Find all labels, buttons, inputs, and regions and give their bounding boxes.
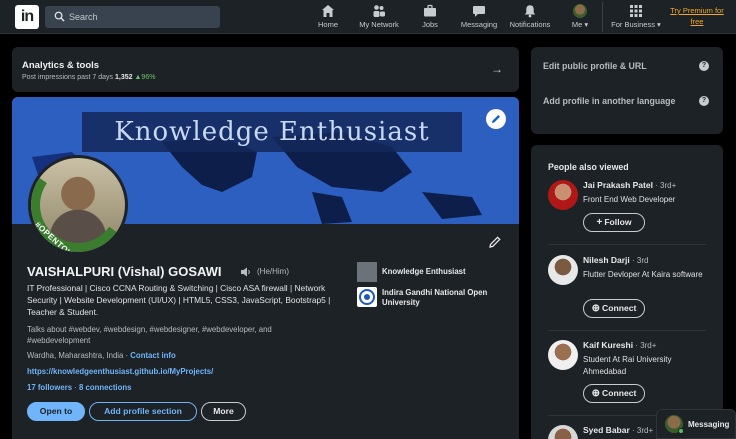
- nav-home-label: Home: [317, 20, 338, 29]
- search-bar[interactable]: [45, 6, 220, 28]
- nav-divider: [602, 2, 603, 32]
- open-to-button[interactable]: Open to: [27, 402, 85, 421]
- avatar[interactable]: [548, 340, 578, 370]
- person-name: Jai Prakash Patel: [583, 180, 653, 190]
- org-name: Indira Gandhi National Open University: [382, 288, 488, 307]
- linkedin-logo-icon[interactable]: in: [15, 5, 39, 29]
- person-title: Front End Web Developer: [583, 195, 676, 204]
- avatar[interactable]: [548, 425, 578, 439]
- analytics-card[interactable]: Analytics & tools Post impressions past …: [12, 47, 519, 92]
- people-also-viewed-title: People also viewed: [548, 162, 629, 172]
- followers-link[interactable]: 17 followers: [27, 383, 72, 392]
- nav-my-network[interactable]: My Network: [355, 3, 403, 31]
- nav-me[interactable]: Me ▾: [566, 3, 594, 31]
- nav-jobs[interactable]: Jobs: [416, 3, 444, 31]
- more-button[interactable]: More: [201, 402, 246, 421]
- pronouns: (He/Him): [257, 267, 289, 276]
- help-icon[interactable]: ?: [699, 61, 709, 71]
- messaging-dock-label: Messaging: [688, 420, 730, 429]
- location-line: Wardha, Maharashtra, India · Contact inf…: [27, 351, 176, 360]
- connection-degree: · 3rd: [629, 256, 649, 265]
- search-icon: [54, 11, 65, 22]
- person-title: Student At Rai University Ahmedabad: [583, 355, 672, 376]
- bell-icon: [524, 5, 536, 18]
- connection-degree: · 3rd+: [629, 426, 654, 435]
- follow-button[interactable]: + Follow: [583, 213, 645, 232]
- nav-for-business[interactable]: For Business ▾: [610, 3, 662, 31]
- nav-jobs-label: Jobs: [422, 20, 438, 29]
- arrow-right-icon[interactable]: →: [491, 62, 503, 76]
- plus-icon: +: [596, 217, 603, 228]
- search-input[interactable]: [69, 6, 214, 28]
- messaging-icon: [473, 6, 485, 17]
- messaging-dock[interactable]: Messaging: [656, 409, 736, 439]
- nav-messaging[interactable]: Messaging: [458, 3, 500, 31]
- person-name: Nilesh Darji: [583, 255, 630, 265]
- banner-title: Knowledge Enthusiast: [82, 112, 462, 152]
- profile-name: VAISHALPURI (Vishal) GOSAWI: [27, 264, 222, 279]
- network-icon: [373, 5, 385, 17]
- pencil-icon: [492, 115, 500, 123]
- connect-label: Connect: [602, 303, 637, 313]
- pencil-icon: [489, 236, 501, 248]
- analytics-title: Analytics & tools: [22, 60, 100, 71]
- people-also-viewed-card: People also viewed Jai Prakash Patel · 3…: [531, 145, 723, 439]
- university-logo-icon: [357, 287, 377, 307]
- analytics-subtitle: Post impressions past 7 days 1,352 ▲96%: [22, 74, 155, 81]
- add-profile-section-button[interactable]: Add profile section: [89, 402, 197, 421]
- avatar[interactable]: [548, 180, 578, 210]
- try-premium-link[interactable]: Try Premium for free: [666, 5, 728, 27]
- speaker-icon[interactable]: [240, 266, 252, 278]
- avatar: [573, 4, 587, 18]
- home-icon: [322, 5, 334, 17]
- nav-my-network-label: My Network: [359, 20, 399, 29]
- impressions-count: 1,352: [115, 74, 133, 81]
- connect-button[interactable]: ⊕ Connect: [583, 299, 645, 318]
- add-profile-language-link[interactable]: Add profile in another language: [543, 94, 693, 108]
- analytics-subtitle-prefix: Post impressions past 7 days: [22, 74, 114, 81]
- company-logo-icon: [357, 262, 377, 282]
- briefcase-icon: [424, 4, 436, 17]
- nav-for-business-label: For Business: [611, 20, 655, 29]
- person-name: Syed Babar: [583, 425, 630, 435]
- connect-label: Connect: [602, 388, 637, 398]
- chevron-down-icon: ▾: [584, 20, 589, 29]
- help-icon[interactable]: ?: [699, 96, 709, 106]
- connections-link[interactable]: 8 connections: [79, 383, 131, 392]
- website-link[interactable]: https://knowledgeenthusiast.github.io/My…: [27, 367, 213, 376]
- nav-notifications[interactable]: Notifications: [506, 3, 554, 31]
- follow-label: Follow: [604, 217, 632, 227]
- talks-about: Talks about #webdev, #webdesign, #webdes…: [27, 325, 272, 345]
- connection-degree: · 3rd+: [652, 181, 677, 190]
- add-person-icon: ⊕: [591, 388, 600, 399]
- edit-public-profile-link[interactable]: Edit public profile & URL: [543, 59, 693, 73]
- org-name: Knowledge Enthusiast: [382, 267, 466, 276]
- profile-card: Knowledge Enthusiast #OPENTOWORK VAISHAL…: [12, 97, 519, 439]
- profile-headline: IT Professional | Cisco CCNA Routing & S…: [27, 283, 331, 318]
- contact-info-link[interactable]: Contact info: [130, 351, 175, 360]
- top-nav: in Home My Network Jobs Messaging Notifi…: [0, 0, 736, 34]
- network-counts: 17 followers · 8 connections: [27, 383, 131, 392]
- impressions-change: 96%: [141, 74, 156, 81]
- person-title: Flutter Devloper At Kaira software: [583, 270, 703, 279]
- online-status-icon: [678, 428, 684, 434]
- nav-me-label: Me: [571, 20, 583, 29]
- connect-button[interactable]: ⊕ Connect: [583, 384, 645, 403]
- location: Wardha, Maharashtra, India: [27, 351, 124, 360]
- profile-settings-card: Edit public profile & URL ? Add profile …: [531, 47, 723, 134]
- add-person-icon: ⊕: [591, 303, 600, 314]
- chevron-down-icon: ▾: [657, 20, 661, 29]
- profile-photo[interactable]: #OPENTOWORK: [28, 155, 128, 255]
- connections-separator: ·: [72, 383, 80, 392]
- edit-banner-button[interactable]: [486, 109, 506, 129]
- nav-home[interactable]: Home: [314, 3, 342, 31]
- grid-icon: [630, 5, 642, 17]
- person-name: Kaif Kureshi: [583, 340, 634, 350]
- edit-intro-button[interactable]: [488, 235, 502, 254]
- nav-messaging-label: Messaging: [460, 20, 498, 29]
- nav-notifications-label: Notifications: [509, 20, 551, 29]
- avatar[interactable]: [548, 255, 578, 285]
- connection-degree: · 3rd+: [633, 341, 657, 350]
